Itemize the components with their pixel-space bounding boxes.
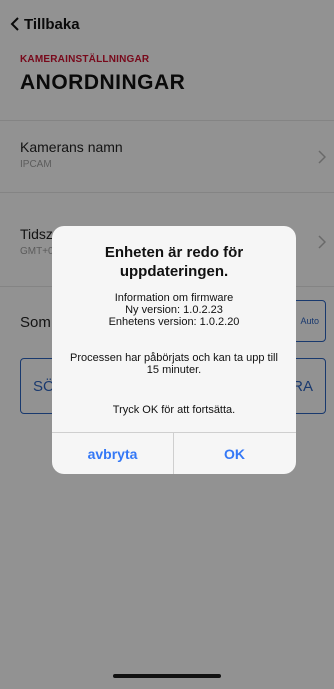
firmware-update-dialog: Enheten är redo för uppdateringen. Infor…	[52, 226, 296, 474]
process-text: Processen har påbörjats och kan ta upp t…	[70, 352, 278, 376]
firmware-info-heading: Information om firmware	[114, 292, 234, 304]
device-version-text: Enhetens version: 1.0.2.20	[108, 316, 240, 328]
continue-text: Tryck OK för att fortsätta.	[112, 404, 236, 416]
new-version-text: Ny version: 1.0.2.23	[125, 304, 223, 316]
dialog-title: Enheten är redo för uppdateringen.	[104, 244, 244, 280]
firmware-info: Information om firmware Ny version: 1.0.…	[52, 292, 296, 328]
ok-button[interactable]: OK	[174, 433, 295, 474]
cancel-button[interactable]: avbryta	[52, 433, 173, 474]
home-indicator[interactable]	[113, 674, 221, 678]
